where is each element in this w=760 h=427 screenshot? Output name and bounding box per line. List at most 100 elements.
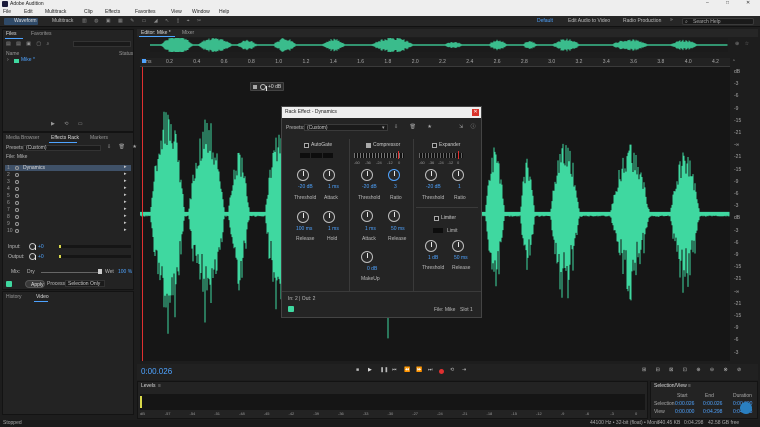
skip-button[interactable]: ⇥ — [462, 368, 466, 373]
input-knob[interactable] — [29, 243, 36, 250]
menu-item-effects[interactable]: Effects — [105, 10, 120, 15]
files-bottom-icons[interactable]: ▶ ⟲ ▭ — [51, 122, 87, 127]
comp-ratio-value[interactable]: 3 — [394, 185, 397, 190]
workspace-radio[interactable]: Radio Production — [623, 19, 661, 24]
gate-attack-value[interactable]: 1 ms — [328, 185, 339, 190]
fast-forward-button[interactable]: ⏩ — [416, 368, 422, 373]
slot-power-icon[interactable] — [15, 187, 19, 191]
comp-makeup-knob[interactable] — [361, 251, 373, 263]
output-value[interactable]: +0 — [38, 255, 44, 260]
pause-button[interactable]: ❚❚ — [380, 368, 388, 373]
rack-slot[interactable]: 2 ▸ — [5, 172, 131, 178]
limiter-checkbox[interactable] — [434, 216, 439, 221]
apply-button[interactable]: Apply — [25, 280, 45, 288]
slot-menu-icon[interactable]: ▸ — [124, 228, 127, 233]
menu-item-clip[interactable]: Clip — [84, 10, 93, 15]
tab-favorites[interactable]: Favorites — [31, 32, 52, 37]
tab-markers[interactable]: Markers — [90, 136, 108, 141]
stop-button[interactable]: ■ — [356, 368, 359, 373]
levels-menu-icon[interactable]: ≡ — [158, 384, 161, 389]
goto-end-button[interactable]: ⏭ — [428, 368, 433, 373]
dialog-close-button[interactable]: ✕ — [472, 109, 479, 116]
gate-release-knob[interactable] — [297, 211, 309, 223]
ruler-corner-icon[interactable]: ◔ — [732, 59, 735, 64]
rack-slot[interactable]: 9 ▸ — [5, 221, 131, 227]
exp-ratio-knob[interactable] — [452, 169, 464, 181]
slot-menu-icon[interactable]: ▸ — [124, 200, 127, 205]
sel-end[interactable]: 0:00.026 — [703, 402, 722, 407]
slot-menu-icon[interactable]: ▸ — [124, 221, 127, 226]
menu-item-help[interactable]: Help — [219, 10, 229, 15]
tab-media-browser[interactable]: Media Browser — [6, 136, 39, 141]
tab-mixer[interactable]: Mixer — [182, 31, 194, 36]
tab-video[interactable]: Video — [36, 295, 49, 300]
file-row[interactable]: › Mike * — [5, 58, 131, 64]
loop-button[interactable]: ⟲ — [450, 368, 454, 373]
compressor-checkbox[interactable] — [366, 143, 371, 148]
workspace-default[interactable]: Default — [537, 19, 553, 24]
slot-menu-icon[interactable]: ▸ — [124, 179, 127, 184]
gate-hold-value[interactable]: 1 ms — [328, 227, 339, 232]
tab-history[interactable]: History — [6, 295, 22, 300]
mix-slider-handle[interactable] — [98, 269, 102, 274]
goto-start-button[interactable]: ⏮ — [392, 368, 397, 373]
menu-item-multitrack[interactable]: Multitrack — [45, 10, 66, 15]
lim-release-knob[interactable] — [452, 240, 464, 252]
preset-action-icons[interactable]: ⇩ 🗑 ★ — [107, 145, 140, 150]
gate-release-value[interactable]: 100 ms — [296, 227, 312, 232]
output-knob[interactable] — [29, 253, 36, 260]
slot-menu-icon[interactable]: ▸ — [124, 214, 127, 219]
zoom-overview-icons[interactable]: ⊕ ☆ — [735, 42, 751, 47]
waveform-overview[interactable] — [150, 38, 728, 52]
slot-menu-icon[interactable]: ▸ — [124, 165, 127, 170]
menu-item-window[interactable]: Window — [192, 10, 210, 15]
files-toolbar-icons[interactable]: ▤ ▤ ▣ ▢ ⌕ — [6, 42, 51, 47]
slot-power-icon[interactable] — [15, 201, 19, 205]
comp-ratio-knob[interactable] — [388, 169, 400, 181]
slot-power-icon[interactable] — [15, 173, 19, 177]
power-toggle-icon[interactable] — [6, 281, 12, 287]
lim-release-value[interactable]: 50 ms — [454, 256, 468, 261]
zoom-buttons[interactable]: ⊞ ⊟ ⊠ ⊡ ⊕ ⊖ ⊗ ⊘ — [642, 368, 745, 373]
menu-item-view[interactable]: View — [171, 10, 182, 15]
rack-slot[interactable]: 6 ▸ — [5, 200, 131, 206]
comp-threshold-knob[interactable] — [361, 169, 373, 181]
slot-power-icon[interactable] — [15, 215, 19, 219]
comp-attack-value[interactable]: 1 ms — [365, 227, 376, 232]
play-button[interactable]: ▶ — [368, 368, 372, 373]
comp-threshold-value[interactable]: -20 dB — [362, 185, 377, 190]
presets-select[interactable]: (Custom) — [23, 145, 101, 151]
rack-slot[interactable]: 4 ▸ — [5, 186, 131, 192]
gain-hud[interactable]: +0 dB — [250, 82, 284, 91]
gate-attack-knob[interactable] — [323, 169, 335, 181]
exp-ratio-value[interactable]: 1 — [458, 185, 461, 190]
files-search-input[interactable] — [73, 41, 131, 47]
search-input[interactable]: ⌕ Search Help — [682, 18, 754, 25]
gate-threshold-value[interactable]: -20 dB — [298, 185, 313, 190]
view-end[interactable]: 0:04.298 — [703, 410, 722, 415]
comp-attack-knob[interactable] — [361, 210, 373, 222]
playhead[interactable] — [142, 67, 143, 361]
rack-slot[interactable]: 8 ▸ — [5, 214, 131, 220]
exp-threshold-value[interactable]: -20 dB — [426, 185, 441, 190]
mix-value[interactable]: 100 % — [118, 270, 132, 275]
workspace-menu-icon[interactable]: » — [670, 18, 673, 23]
waveform-button[interactable]: Waveform — [4, 18, 38, 25]
workspace-edit-video[interactable]: Edit Audio to Video — [568, 19, 610, 24]
menu-item-favorites[interactable]: Favorites — [135, 10, 156, 15]
gate-threshold-knob[interactable] — [297, 169, 309, 181]
exp-threshold-knob[interactable] — [425, 169, 437, 181]
slot-menu-icon[interactable]: ▸ — [124, 207, 127, 212]
slot-menu-icon[interactable]: ▸ — [124, 172, 127, 177]
gate-hold-knob[interactable] — [323, 211, 335, 223]
dialog-power-icon[interactable] — [288, 306, 294, 312]
dialog-preset-icons[interactable]: ⇩ 🗑 ★ — [394, 125, 437, 130]
lim-threshold-value[interactable]: 1 dB — [428, 256, 438, 261]
expander-checkbox[interactable] — [432, 143, 437, 148]
minimize-icon[interactable]: – — [706, 1, 709, 6]
multitrack-button[interactable]: Multitrack — [42, 18, 76, 25]
menu-item-edit[interactable]: Edit — [24, 10, 33, 15]
menu-item-file[interactable]: File — [3, 10, 11, 15]
lim-threshold-knob[interactable] — [425, 240, 437, 252]
tab-effects-rack[interactable]: Effects Rack — [51, 136, 79, 141]
